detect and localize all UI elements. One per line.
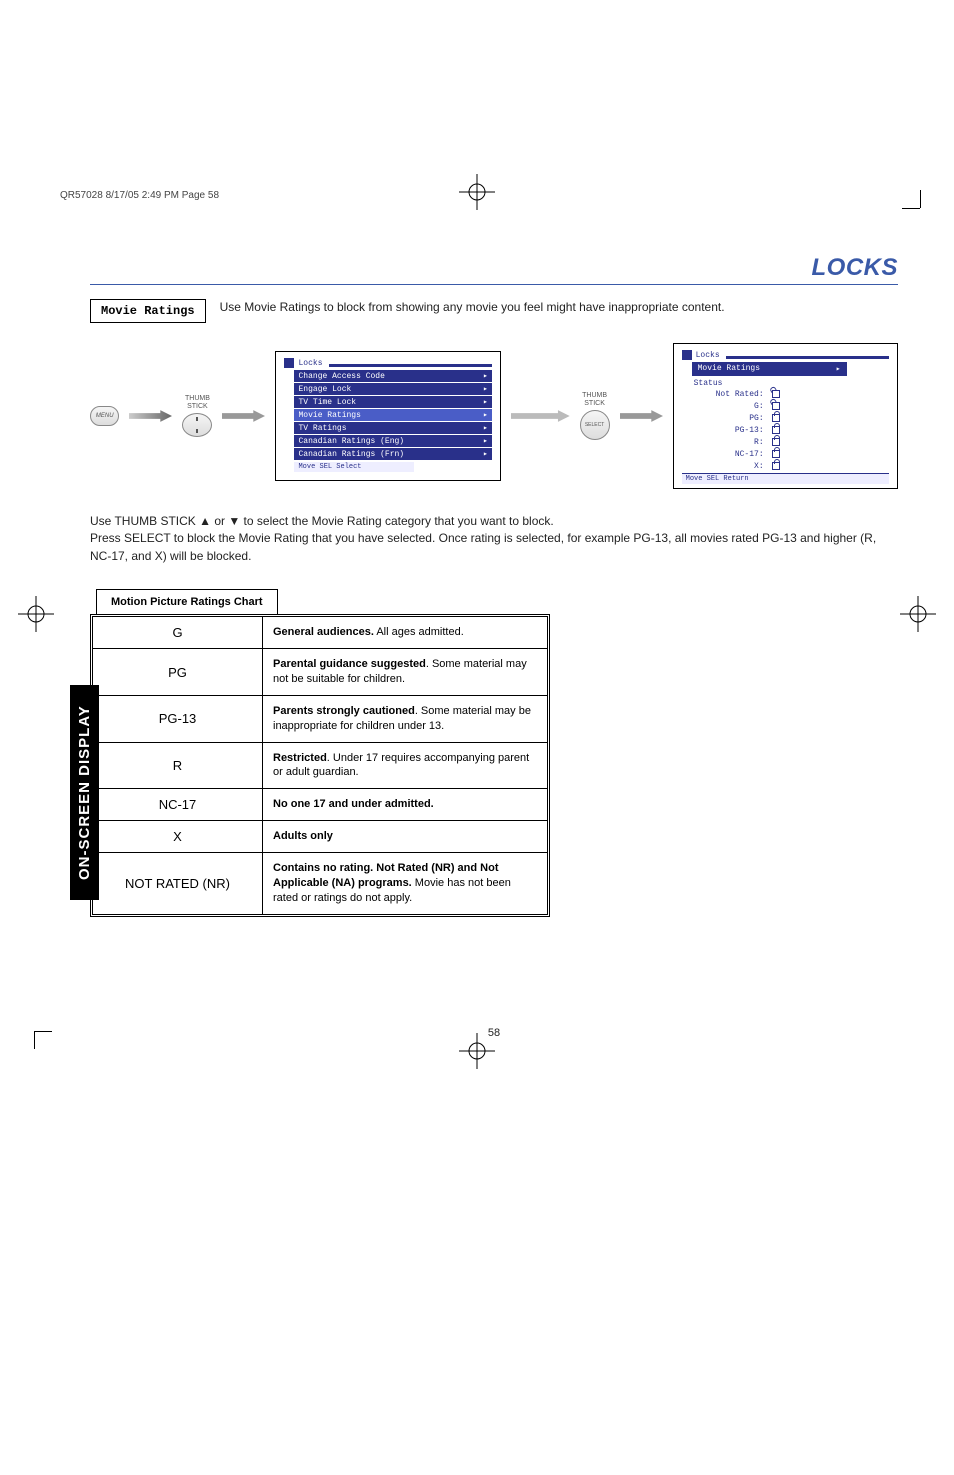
unlock-icon [772, 402, 780, 410]
rating-description: General audiences. All ages admitted. [263, 617, 547, 648]
table-row: PGParental guidance suggested. Some mate… [93, 648, 547, 695]
status-row: Not Rated: [694, 388, 889, 400]
movie-ratings-label: Movie Ratings [90, 299, 206, 323]
rating-description: Parental guidance suggested. Some materi… [263, 648, 547, 695]
status-row: PG-13: [694, 424, 889, 436]
instruction-text: Use THUMB STICK ▲ or ▼ to select the Mov… [90, 513, 898, 565]
rating-code: X [93, 820, 263, 852]
osd-footer: Move SEL Select [294, 462, 414, 472]
registration-mark [459, 1033, 495, 1069]
menu-button-icon: MENU [90, 406, 119, 426]
lock-icon [772, 462, 780, 470]
rating-description: Adults only [263, 820, 547, 852]
table-row: XAdults only [93, 820, 547, 852]
registration-mark [18, 596, 54, 632]
registration-mark [459, 174, 495, 210]
osd-locks-menu: Locks Change Access Code▸Engage Lock▸TV … [275, 351, 500, 481]
status-row: X: [694, 460, 889, 472]
select-button-icon: SELECT [580, 410, 610, 440]
osd-menu-item: Change Access Code▸ [294, 370, 491, 382]
status-row: NC-17: [694, 448, 889, 460]
rating-code: NOT RATED (NR) [93, 852, 263, 914]
rating-description: No one 17 and under admitted. [263, 788, 547, 820]
status-row: G: [694, 400, 889, 412]
table-row: GGeneral audiences. All ages admitted. [93, 617, 547, 648]
thumb-stick-icon: THUMB STICK SELECT [580, 392, 610, 439]
osd-sub-item: Movie Ratings▸ [692, 362, 847, 376]
rating-code: G [93, 617, 263, 648]
lock-icon [772, 414, 780, 422]
crop-mark [902, 190, 938, 226]
osd-menu-item: Movie Ratings▸ [294, 409, 491, 421]
diagram-row: MENU THUMB STICK Locks Change Access Cod… [90, 343, 898, 489]
rating-code: NC-17 [93, 788, 263, 820]
osd-footer: Move SEL Return [682, 473, 889, 484]
status-row: R: [694, 436, 889, 448]
print-header-meta: QR57028 8/17/05 2:49 PM Page 58 [60, 190, 219, 201]
section-title: LOCKS [90, 254, 898, 285]
chart-label: Motion Picture Ratings Chart [96, 589, 278, 615]
lock-icon [772, 450, 780, 458]
rating-code: PG-13 [93, 695, 263, 742]
osd-movie-ratings-status: Locks Movie Ratings▸ Status Not Rated:G:… [673, 343, 898, 489]
osd-menu-item: Engage Lock▸ [294, 383, 491, 395]
osd-menu-item: TV Ratings▸ [294, 422, 491, 434]
status-label: Status [694, 379, 889, 388]
registration-mark [900, 596, 936, 632]
table-row: NOT RATED (NR)Contains no rating. Not Ra… [93, 852, 547, 914]
lock-icon [772, 426, 780, 434]
rating-description: Contains no rating. Not Rated (NR) and N… [263, 852, 547, 914]
osd-menu-item: Canadian Ratings (Eng)▸ [294, 435, 491, 447]
rating-description: Restricted. Under 17 requires accompanyi… [263, 742, 547, 789]
intro-text: Use Movie Ratings to block from showing … [220, 299, 725, 316]
status-row: PG: [694, 412, 889, 424]
thumb-stick-icon: THUMB STICK [182, 395, 212, 436]
table-row: PG-13Parents strongly cautioned. Some ma… [93, 695, 547, 742]
table-row: NC-17No one 17 and under admitted. [93, 788, 547, 820]
rating-code: PG [93, 648, 263, 695]
lock-icon [772, 438, 780, 446]
rating-code: R [93, 742, 263, 789]
osd-title: Locks [696, 351, 720, 360]
rating-description: Parents strongly cautioned. Some materia… [263, 695, 547, 742]
arrow-icon [222, 409, 265, 423]
side-tab: ON-SCREEN DISPLAY [70, 685, 99, 900]
crop-mark [16, 1013, 52, 1049]
arrow-icon [620, 409, 663, 423]
unlock-icon [772, 390, 780, 398]
osd-menu-item: TV Time Lock▸ [294, 396, 491, 408]
osd-title: Locks [298, 359, 322, 368]
arrow-icon [129, 409, 172, 423]
ratings-table: GGeneral audiences. All ages admitted.PG… [90, 614, 550, 917]
table-row: RRestricted. Under 17 requires accompany… [93, 742, 547, 789]
arrow-icon [511, 409, 570, 423]
osd-menu-item: Canadian Ratings (Frn)▸ [294, 448, 491, 460]
